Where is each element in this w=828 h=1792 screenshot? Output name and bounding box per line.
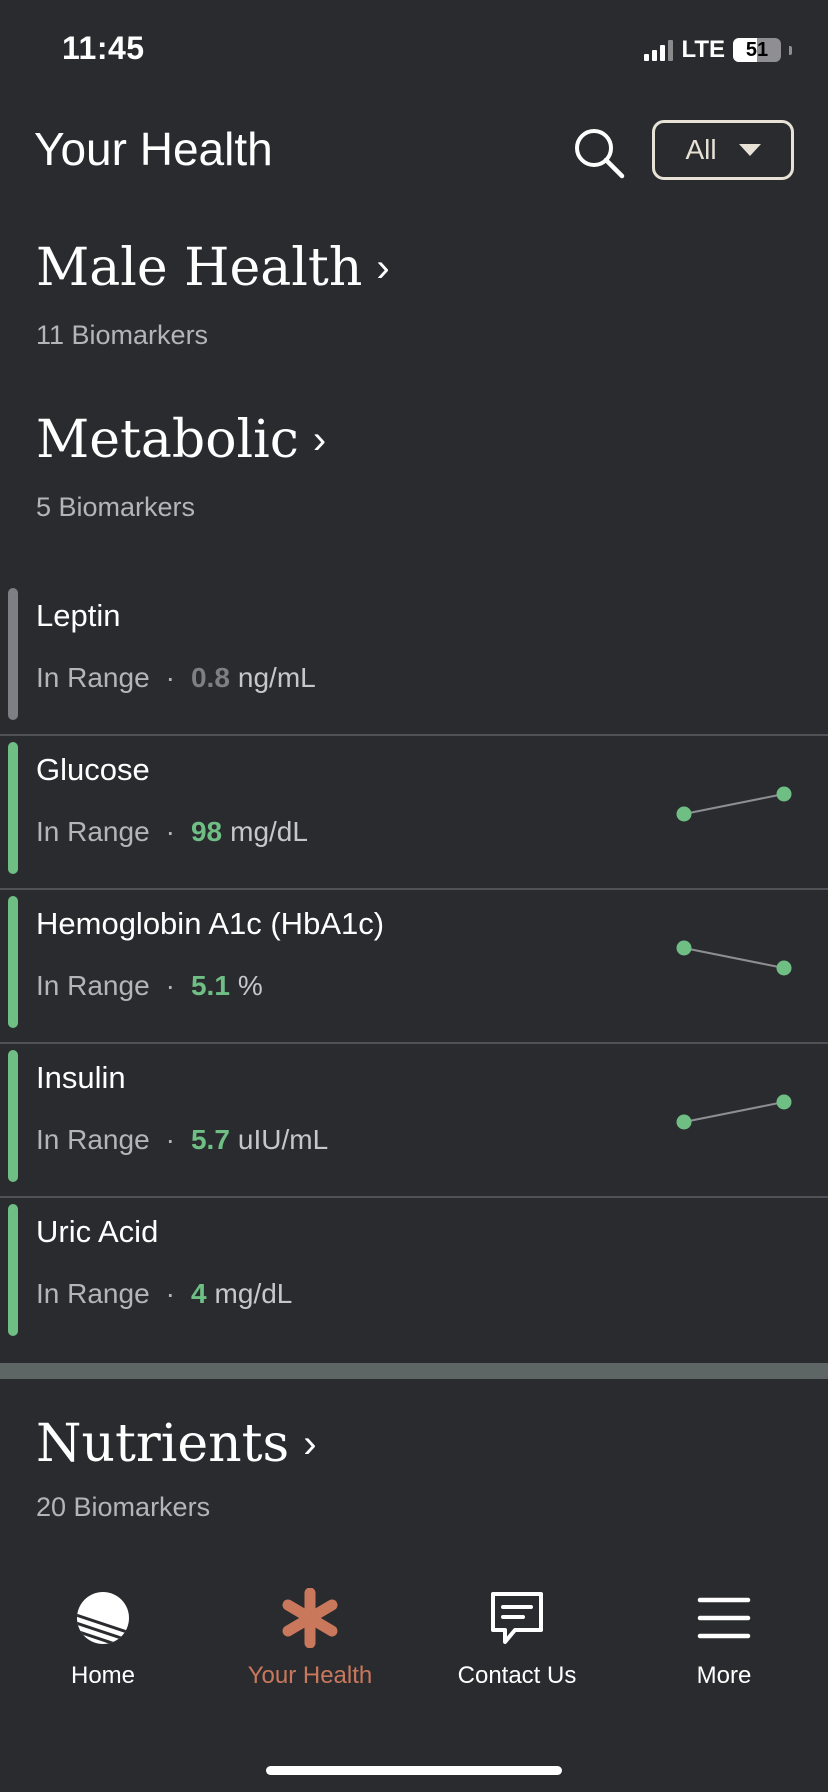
section-subtitle: 11 Biomarkers [36, 320, 209, 350]
battery-level: 51 [745, 38, 769, 61]
tab-more[interactable]: More [634, 1588, 814, 1690]
biomarker-unit: % [237, 970, 263, 1001]
tab-contact-us[interactable]: Contact Us [427, 1588, 607, 1690]
range-status: In Range [36, 1124, 150, 1155]
trend-sparkline [676, 1094, 792, 1130]
battery-icon: 51 [733, 38, 781, 62]
trend-point [776, 1094, 792, 1110]
trend-point [676, 1114, 692, 1130]
status-bar: 11:45 LTE 51 [0, 0, 828, 100]
network-type: LTE [681, 36, 725, 63]
biomarker-name: Glucose [36, 752, 150, 787]
biomarker-unit: mg/dL [214, 1278, 293, 1309]
filter-label: All [685, 134, 717, 165]
biomarker-value: 5.1 [190, 970, 230, 1001]
section-divider [0, 1363, 828, 1379]
trend-point [776, 960, 792, 976]
trend-point [676, 806, 692, 822]
biomarker-name: Uric Acid [36, 1214, 159, 1249]
range-status: In Range [36, 970, 150, 1001]
biomarker-row-leptin[interactable]: Leptin In Range · 0.8 ng/mL [0, 582, 828, 736]
trend-sparkline [676, 786, 792, 822]
range-status: In Range [36, 662, 150, 693]
separator-dot: · [165, 662, 175, 693]
biomarker-unit: mg/dL [230, 816, 308, 847]
menu-icon [697, 1597, 751, 1639]
biomarker-value: 4 [190, 1278, 207, 1309]
trend-line [683, 1101, 785, 1123]
biomarker-row-hba1c[interactable]: Hemoglobin A1c (HbA1c) In Range · 5.1 % [0, 890, 828, 1044]
section-nutrients[interactable]: Nutrients › [36, 1414, 317, 1474]
biomarker-value: 98 [190, 816, 223, 847]
separator-dot: · [165, 816, 175, 847]
trend-line [683, 793, 785, 815]
biomarker-status-line: In Range · 98 mg/dL [36, 816, 308, 848]
status-time: 11:45 [62, 30, 145, 66]
biomarker-row-uric-acid[interactable]: Uric Acid In Range · 4 mg/dL [0, 1198, 828, 1352]
section-subtitle: 5 Biomarkers [36, 492, 196, 522]
section-title: Nutrients [36, 1414, 290, 1474]
chevron-right-icon: › [303, 1421, 317, 1466]
biomarker-row-glucose[interactable]: Glucose In Range · 98 mg/dL [0, 736, 828, 890]
battery-tip [789, 45, 792, 55]
search-icon[interactable] [572, 126, 626, 180]
status-indicator-bar [8, 1050, 18, 1182]
separator-dot: · [165, 1278, 175, 1309]
biomarker-name: Insulin [36, 1060, 126, 1095]
section-metabolic[interactable]: Metabolic › [36, 410, 326, 470]
tab-label: Home [70, 1662, 136, 1689]
tab-label: More [696, 1662, 752, 1689]
biomarker-status-line: In Range · 4 mg/dL [36, 1278, 292, 1310]
biomarker-unit: ng/mL [237, 662, 316, 693]
biomarker-row-insulin[interactable]: Insulin In Range · 5.7 uIU/mL [0, 1044, 828, 1198]
chevron-right-icon: › [312, 417, 327, 462]
tab-label: Contact Us [457, 1662, 577, 1689]
filter-dropdown[interactable]: All [652, 120, 794, 180]
page-title: Your Health [34, 123, 273, 175]
chat-icon [491, 1592, 543, 1644]
separator-dot: · [165, 970, 175, 1001]
biomarker-list: Leptin In Range · 0.8 ng/mL Glucose In R… [0, 582, 828, 1352]
biomarker-name: Leptin [36, 598, 121, 633]
section-title: Male Health [36, 238, 363, 298]
biomarker-status-line: In Range · 5.7 uIU/mL [36, 1124, 328, 1156]
biomarker-value: 5.7 [190, 1124, 230, 1155]
status-indicator-bar [8, 588, 18, 720]
trend-line [683, 947, 785, 969]
asterisk-icon [282, 1588, 338, 1648]
caret-down-icon [738, 144, 761, 156]
status-indicator-bar [8, 896, 18, 1028]
home-icon [77, 1592, 129, 1644]
trend-sparkline [676, 940, 792, 976]
status-indicator-bar [8, 742, 18, 874]
tab-your-health[interactable]: Your Health [220, 1588, 400, 1690]
chevron-right-icon: › [376, 245, 390, 290]
section-title: Metabolic [36, 410, 299, 470]
biomarker-name: Hemoglobin A1c (HbA1c) [36, 906, 385, 941]
tab-bar: Home Your Health Contact Us More [0, 1588, 828, 1728]
section-male-health[interactable]: Male Health › [36, 238, 390, 298]
biomarker-value: 0.8 [190, 662, 230, 693]
separator-dot: · [165, 1124, 175, 1155]
cellular-signal-icon [644, 39, 674, 61]
biomarker-status-line: In Range · 5.1 % [36, 970, 263, 1002]
range-status: In Range [36, 1278, 150, 1309]
range-status: In Range [36, 816, 150, 847]
tab-home[interactable]: Home [13, 1588, 193, 1690]
status-indicators: LTE 51 [644, 36, 792, 64]
section-subtitle: 20 Biomarkers [36, 1492, 211, 1522]
biomarker-unit: uIU/mL [237, 1124, 329, 1155]
status-indicator-bar [8, 1204, 18, 1336]
trend-point [676, 940, 692, 956]
tab-label: Your Health [247, 1662, 373, 1689]
trend-point [776, 786, 792, 802]
biomarker-status-line: In Range · 0.8 ng/mL [36, 662, 316, 694]
home-indicator [266, 1766, 562, 1775]
